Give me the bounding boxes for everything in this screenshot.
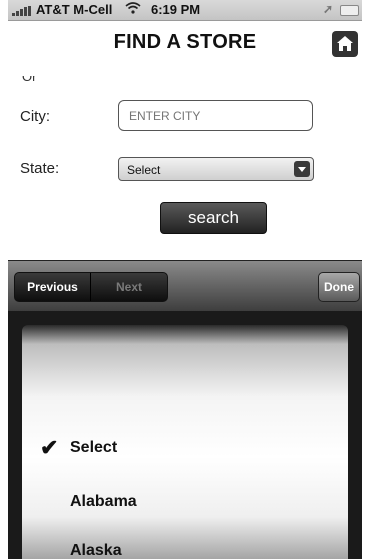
wifi-icon	[125, 1, 141, 18]
next-button[interactable]: Next	[91, 273, 167, 301]
picker-option[interactable]: ✔ Select	[22, 430, 348, 466]
carrier-name: AT&T M-Cell	[36, 2, 113, 17]
home-button[interactable]	[332, 31, 358, 57]
picker-option-label: Alaska	[70, 542, 122, 559]
location-arrow-icon: ➚	[323, 2, 334, 16]
picker-option[interactable]: Alabama	[22, 484, 348, 520]
home-icon	[337, 36, 353, 51]
done-button[interactable]: Done	[318, 272, 360, 302]
state-picker-wheel[interactable]: ✔ Select Alabama Alaska	[22, 325, 348, 559]
picker-option[interactable]: Alaska	[22, 533, 348, 559]
picker-option-label: Alabama	[70, 493, 137, 510]
city-label: City:	[20, 108, 50, 125]
page-title: FIND A STORE	[113, 31, 257, 53]
cutoff-label: Or	[22, 76, 48, 83]
app-header: FIND A STORE	[8, 21, 362, 65]
state-select[interactable]: Select	[118, 157, 314, 181]
city-input[interactable]	[118, 100, 313, 131]
battery-icon	[340, 5, 359, 16]
chevron-down-icon	[294, 161, 310, 177]
keyboard-toolbar: Previous Next Done	[8, 260, 362, 312]
phone-screen: AT&T M-Cell 6:19 PM ➚ FIND A STORE Or Ci…	[8, 0, 362, 559]
previous-button[interactable]: Previous	[15, 273, 91, 301]
search-button[interactable]: search	[160, 202, 267, 234]
picker-container: ✔ Select Alabama Alaska	[8, 311, 362, 559]
checkmark-icon: ✔	[40, 435, 59, 460]
signal-bars-icon	[12, 6, 34, 16]
prev-next-segmented-control: Previous Next	[14, 272, 168, 302]
state-select-value: Select	[127, 163, 161, 177]
state-label: State:	[20, 160, 60, 177]
status-bar: AT&T M-Cell 6:19 PM ➚	[8, 0, 362, 21]
picker-option-label: Select	[70, 439, 118, 456]
status-time: 6:19 PM	[151, 2, 201, 17]
